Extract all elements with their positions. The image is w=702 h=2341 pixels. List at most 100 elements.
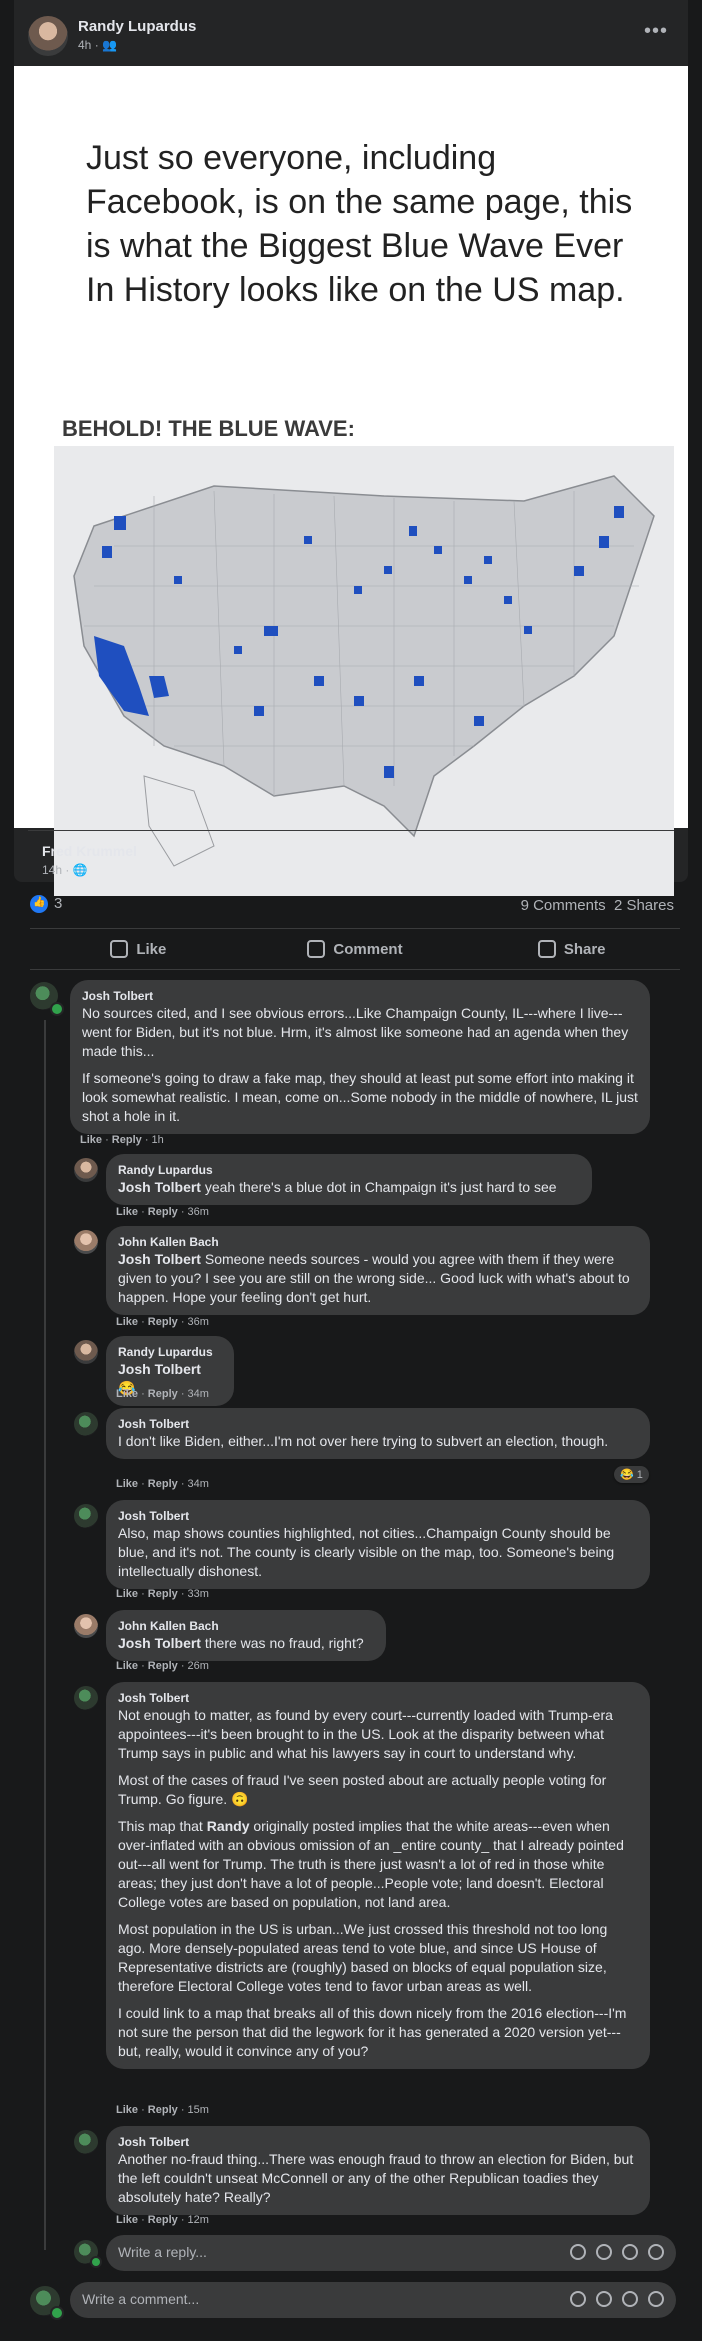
reply-author[interactable]: John Kallen Bach [118,1618,374,1634]
comment-paragraph: If someone's going to draw a fake map, t… [82,1070,638,1124]
emoji-icon[interactable] [570,2244,586,2260]
reply-time[interactable]: 12m [188,2214,209,2226]
post-stats: 3 9 Comments 2 Shares [30,895,680,917]
comments-count[interactable]: 9 Comments [521,897,606,914]
reply-author[interactable]: Josh Tolbert [118,2134,638,2150]
post-time[interactable]: 4h [78,38,91,52]
reply-footer: Like · Reply · 12m [116,2214,209,2226]
comment-bubble: Josh Tolbert No sources cited, and I see… [70,980,650,1134]
mention[interactable]: Josh Tolbert [118,1361,201,1377]
input-icons [570,2291,664,2307]
mention[interactable]: Josh Tolbert [118,1251,201,1267]
reply-time[interactable]: 26m [188,1660,209,1672]
reply-author[interactable]: Josh Tolbert [118,1416,638,1432]
reply-time[interactable]: 34m [188,1478,209,1490]
reply-body: there was no fraud, right? [200,1635,364,1651]
avatar[interactable] [74,2130,98,2154]
avatar[interactable] [74,1340,98,1364]
reply-paragraph: I could link to a map that breaks all of… [118,2005,627,2059]
mention[interactable]: Josh Tolbert [118,1179,201,1195]
post-counts: 9 Comments 2 Shares [521,897,674,914]
like-link[interactable]: Like [116,1206,138,1218]
reply-link[interactable]: Reply [148,1316,178,1328]
share-button[interactable]: Share [463,929,680,969]
like-reaction-icon[interactable] [30,895,48,914]
author-avatar[interactable] [28,16,68,56]
reply-link[interactable]: Reply [148,1206,178,1218]
like-link[interactable]: Like [116,1588,138,1600]
input-icons [570,2244,664,2260]
sticker-icon[interactable] [648,2291,664,2307]
like-button[interactable]: Like [30,929,247,969]
shared-time[interactable]: 14h [42,863,62,877]
reply-time[interactable]: 36m [188,1206,209,1218]
like-link[interactable]: Like [116,1388,138,1400]
reactions-count[interactable]: 3 [54,895,62,912]
reply-time[interactable]: 33m [188,1588,209,1600]
camera-icon[interactable] [596,2244,612,2260]
comment-author[interactable]: Josh Tolbert [82,988,638,1004]
camera-icon[interactable] [596,2291,612,2307]
reply-input[interactable]: Write a reply... [106,2235,676,2271]
reply-time[interactable]: 34m [188,1388,209,1400]
comment-button[interactable]: Comment [247,929,464,969]
gif-icon[interactable] [622,2244,638,2260]
like-link[interactable]: Like [116,2214,138,2226]
shares-count[interactable]: 2 Shares [614,897,674,914]
reply-footer: Like · Reply · 26m [116,1660,209,1672]
reply-author[interactable]: John Kallen Bach [118,1234,638,1250]
avatar[interactable] [74,1412,98,1436]
reply-author[interactable]: Josh Tolbert [118,1508,638,1524]
reply-link[interactable]: Reply [148,1660,178,1672]
reply-footer: Like · Reply · 36m [116,1206,209,1218]
like-link[interactable]: Like [116,1316,138,1328]
like-label: Like [136,940,167,958]
post-meta: 4h · 👥 [78,38,117,52]
reply-link[interactable]: Reply [148,1588,178,1600]
reply-time[interactable]: 15m [188,2104,209,2116]
image-subheading: BEHOLD! THE BLUE WAVE: [62,416,355,441]
reply-bubble: Josh Tolbert Another no-fraud thing...Th… [106,2126,650,2215]
laugh-reaction-badge[interactable]: 😂 1 [614,1466,649,1483]
share-label: Share [563,940,606,958]
reply-link[interactable]: Reply [148,2214,178,2226]
avatar[interactable] [74,1158,98,1182]
friends-icon: 👥 [102,38,117,52]
mention[interactable]: Josh Tolbert [118,1635,201,1651]
comment-input[interactable]: Write a comment... [70,2282,676,2318]
reply-text: I don't like Biden, either...I'm not ove… [118,1433,609,1449]
comment-placeholder: Write a comment... [82,2291,200,2307]
shared-author[interactable]: Fred Krummel [42,843,137,859]
avatar[interactable] [74,1230,98,1254]
reply-footer: Like · Reply · 36m [116,1316,209,1328]
globe-icon: 🌐 [72,863,88,877]
reply-link[interactable]: Reply [148,1388,178,1400]
comment-text: No sources cited, and I see obvious erro… [82,1004,638,1126]
comment-time[interactable]: 1h [152,1134,164,1146]
share-icon [537,940,556,958]
reply-paragraph: Not enough to matter, as found by every … [118,1707,613,1761]
reply-link[interactable]: Reply [148,2104,178,2116]
emoji-icon[interactable] [570,2291,586,2307]
reply-link[interactable]: Reply [148,1478,178,1490]
avatar[interactable] [74,1504,98,1528]
reply-author[interactable]: Josh Tolbert [118,1690,638,1706]
reply-link[interactable]: Reply [112,1134,142,1146]
reply-time[interactable]: 36m [188,1316,209,1328]
like-link[interactable]: Like [116,2104,138,2116]
like-link[interactable]: Like [80,1134,102,1146]
gif-icon[interactable] [622,2291,638,2307]
avatar[interactable] [74,1686,98,1710]
more-options-icon[interactable]: ••• [644,20,668,43]
sticker-icon[interactable] [648,2244,664,2260]
post-image[interactable]: Just so everyone, including Facebook, is… [14,66,688,896]
like-link[interactable]: Like [116,1660,138,1672]
like-link[interactable]: Like [116,1478,138,1490]
avatar[interactable] [74,1614,98,1638]
reply-bubble: Josh Tolbert Also, map shows counties hi… [106,1500,650,1589]
thumbs-up-icon [110,940,129,958]
reply-author[interactable]: Randy Lupardus [118,1344,222,1360]
reply-author[interactable]: Randy Lupardus [118,1162,580,1178]
post-author[interactable]: Randy Lupardus [78,18,196,35]
mention[interactable]: Randy [207,1818,250,1834]
